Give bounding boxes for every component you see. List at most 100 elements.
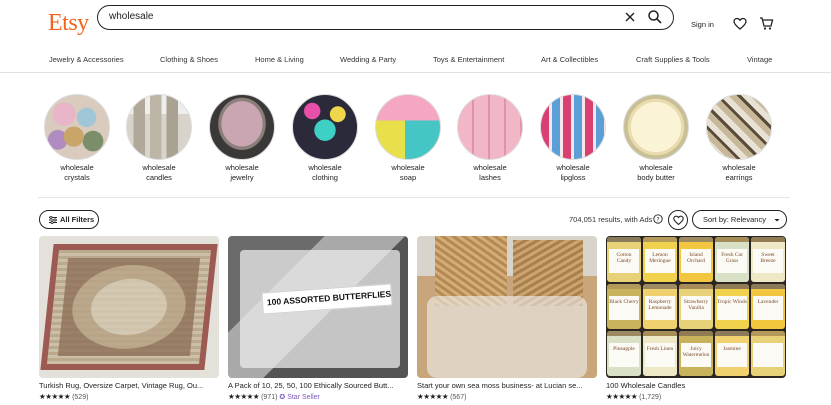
circle-label-line1: wholesale <box>391 163 425 172</box>
listing-photo-rug[interactable] <box>39 236 219 378</box>
listing-card[interactable]: Turkish Rug, Oversize Carpet, Vintage Ru… <box>39 236 219 401</box>
sort-label: Sort by: Relevancy <box>703 215 766 224</box>
listing-title[interactable]: Turkish Rug, Oversize Carpet, Vintage Ru… <box>39 381 219 390</box>
candle-jar: Pineapple <box>607 331 641 376</box>
listing-photo-candles[interactable]: Cotton Candy Lemon Meringue Island Orchard… <box>606 236 786 378</box>
circle-label-line2: jewelry <box>230 173 254 182</box>
circle-wholesale-crystals[interactable]: wholesale crystals <box>42 94 112 183</box>
candle-jar: Raspberry Lemonade <box>643 284 677 329</box>
nav-wedding-party[interactable]: Wedding & Party <box>340 55 396 64</box>
sign-in-link[interactable]: Sign in <box>691 20 714 29</box>
heart-icon <box>673 215 684 226</box>
candle-lid <box>607 284 641 289</box>
listing-photo-sea-moss[interactable] <box>417 236 597 378</box>
listing-photo-butterflies[interactable]: 100 ASSORTED BUTTERFLIES <box>228 236 408 378</box>
star-seller-label: Star Seller <box>287 394 320 401</box>
review-count: (567) <box>450 394 467 401</box>
circle-label-line2: clothing <box>312 173 338 182</box>
circle-label-line1: wholesale <box>142 163 176 172</box>
circle-wholesale-candles[interactable]: wholesale candles <box>124 94 194 183</box>
circle-label-line2: soap <box>399 173 417 182</box>
nav-vintage[interactable]: Vintage <box>747 55 772 64</box>
search-input[interactable]: wholesale <box>109 11 153 22</box>
review-count: (529) <box>72 394 89 401</box>
circle-label-line1: wholesale <box>722 163 756 172</box>
candle-lid <box>679 331 713 336</box>
help-icon[interactable]: ? <box>653 214 663 224</box>
search-bar[interactable]: wholesale <box>97 5 674 30</box>
circle-wholesale-soap[interactable]: wholesale soap <box>373 94 443 183</box>
candle-label: Lemon Meringue <box>645 249 675 273</box>
nav-toys-entertainment[interactable]: Toys & Entertainment <box>433 55 504 64</box>
nav-clothing-shoes[interactable]: Clothing & Shoes <box>160 55 218 64</box>
clothing-image <box>292 94 358 160</box>
listing-title[interactable]: Start your own sea moss business- at Luc… <box>417 381 597 390</box>
earrings-image <box>706 94 772 160</box>
candle-jar: Strawberry Vanilla <box>679 284 713 329</box>
star-rating: ★★★★★ <box>228 392 260 401</box>
circle-label-line2: candles <box>146 173 172 182</box>
listing-card[interactable]: Start your own sea moss business- at Luc… <box>417 236 597 401</box>
candle-label <box>753 343 783 367</box>
circle-wholesale-clothing[interactable]: wholesale clothing <box>290 94 360 183</box>
candle-jar: Lemon Meringue <box>643 237 677 282</box>
circle-label-line2: lashes <box>479 173 501 182</box>
favorites-heart-icon[interactable] <box>733 17 747 31</box>
candle-lid <box>715 331 749 336</box>
save-search-button[interactable] <box>668 210 688 230</box>
listing-card[interactable]: 100 ASSORTED BUTTERFLIES A Pack of 10, 2… <box>228 236 408 401</box>
candle-label: Fresh Cut Grass <box>717 249 747 273</box>
crystals-image <box>44 94 110 160</box>
circle-label-line1: wholesale <box>308 163 342 172</box>
circle-wholesale-jewelry[interactable]: wholesale jewelry <box>207 94 277 183</box>
candle-lid <box>751 331 785 336</box>
clear-icon[interactable] <box>623 10 637 24</box>
review-count: (1,729) <box>639 394 662 401</box>
nav-home-living[interactable]: Home & Living <box>255 55 304 64</box>
candle-lid <box>679 237 713 242</box>
candle-lid <box>643 284 677 289</box>
all-filters-label: All Filters <box>60 215 95 224</box>
nav-craft-supplies-tools[interactable]: Craft Supplies & Tools <box>636 55 710 64</box>
candle-label: Pineapple <box>609 343 639 367</box>
svg-text:?: ? <box>656 216 659 223</box>
listing-title[interactable]: 100 Wholesale Candles <box>606 381 786 390</box>
circle-label-line1: wholesale <box>60 163 94 172</box>
review-count: (971) <box>261 394 278 401</box>
category-nav: Jewelry & Accessories Clothing & Shoes H… <box>0 55 831 69</box>
circle-wholesale-lashes[interactable]: wholesale lashes <box>455 94 525 183</box>
candle-label: Raspberry Lemonade <box>645 296 675 320</box>
listing-rating: ★★★★★ (1,729) <box>606 392 786 401</box>
circle-label-line2: crystals <box>64 173 90 182</box>
chevron-down-icon <box>774 219 780 222</box>
candle-jar: Island Orchard <box>679 237 713 282</box>
candle-label: Island Orchard <box>681 249 711 273</box>
candle-label: Lavender <box>753 296 783 320</box>
circle-wholesale-earrings[interactable]: wholesale earrings <box>704 94 774 183</box>
star-rating: ★★★★★ <box>39 392 71 401</box>
circle-label-line1: wholesale <box>639 163 673 172</box>
listing-title[interactable]: A Pack of 10, 25, 50, 100 Ethically Sour… <box>228 381 408 390</box>
lashes-image <box>457 94 523 160</box>
circle-wholesale-lipgloss[interactable]: wholesale lipgloss <box>538 94 608 183</box>
candle-label: Juicy Watermelon <box>681 343 711 367</box>
etsy-logo[interactable]: Etsy <box>48 10 89 37</box>
cart-icon[interactable] <box>759 16 774 31</box>
candle-label: Tropic Winds <box>717 296 747 320</box>
listing-card[interactable]: Cotton Candy Lemon Meringue Island Orchard… <box>606 236 786 401</box>
circle-label-line2: lipgloss <box>560 173 586 182</box>
listing-rating: ★★★★★ (529) <box>39 392 219 401</box>
candle-label: Jasmine <box>717 343 747 367</box>
candle-lid <box>715 237 749 242</box>
sort-dropdown[interactable]: Sort by: Relevancy <box>692 210 787 229</box>
nav-jewelry-accessories[interactable]: Jewelry & Accessories <box>49 55 124 64</box>
candle-jar: Jasmine <box>715 331 749 376</box>
circle-wholesale-body-butter[interactable]: wholesale body butter <box>621 94 691 183</box>
search-icon[interactable] <box>647 9 663 25</box>
candle-lid <box>751 284 785 289</box>
candle-lid <box>643 331 677 336</box>
all-filters-button[interactable]: All Filters <box>39 210 99 229</box>
star-seller-badge: ✪ Star Seller <box>279 394 320 401</box>
candle-jar: Fresh Linen <box>643 331 677 376</box>
nav-art-collectibles[interactable]: Art & Collectibles <box>541 55 598 64</box>
